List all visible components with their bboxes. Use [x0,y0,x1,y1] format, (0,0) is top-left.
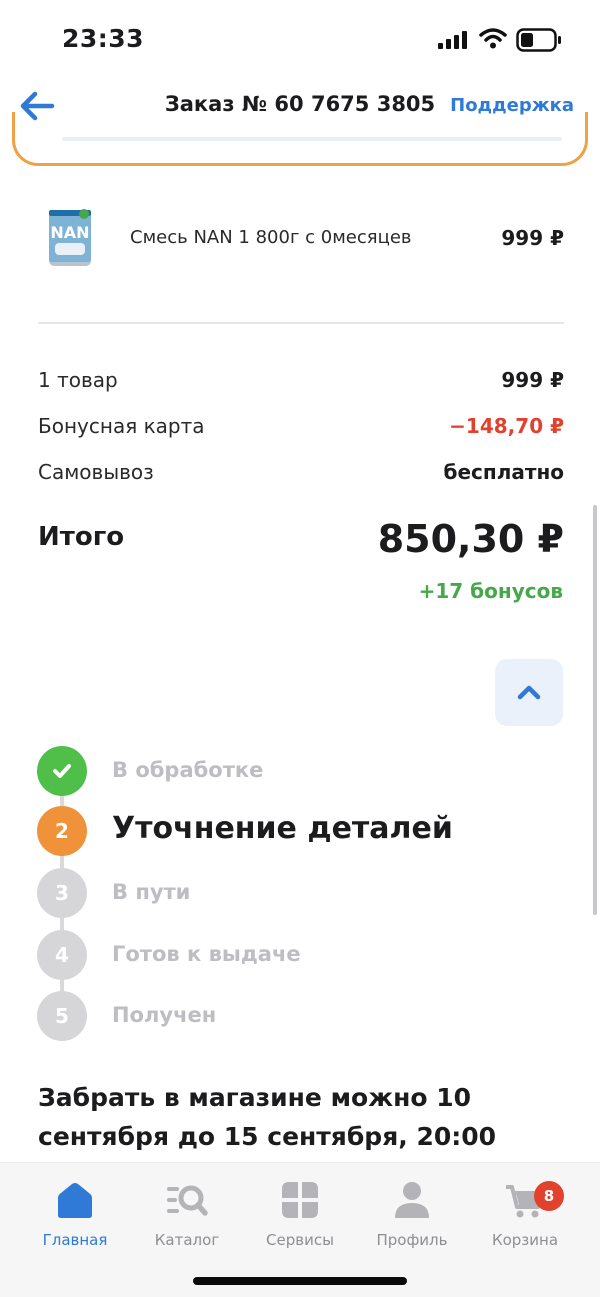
pickup-label: Самовывоз [38,460,154,484]
svg-text:NAN: NAN [50,223,89,242]
step-number: 3 [37,868,87,918]
scrollbar[interactable] [593,505,597,915]
step-processing: В обработке [37,746,557,796]
services-grid-icon [282,1182,318,1218]
card-edge-strip [62,137,562,141]
step-label: Уточнение деталей [112,811,453,846]
pickup-info: Забрать в магазине можно 10 сентября до … [38,1083,497,1151]
status-bar: 23:33 [0,0,600,80]
signal-icon [438,31,467,49]
pickup-cost: бесплатно [443,460,565,484]
tab-label: Сервисы [266,1231,334,1249]
step-number: 2 [37,806,87,856]
tab-catalog[interactable]: Каталог [132,1179,242,1259]
divider [38,322,564,324]
wifi-icon [479,28,507,49]
step-label: В обработке [112,758,264,782]
step-received: 5 Получен [37,991,557,1041]
step-number: 4 [37,930,87,980]
home-indicator[interactable] [193,1277,407,1285]
step-label: В пути [112,880,191,904]
bonus-earned: +17 бонусов [418,579,563,603]
tab-home[interactable]: Главная [20,1179,130,1259]
total-value: 850,30 ₽ [377,517,564,561]
tab-label: Главная [42,1231,108,1249]
step-label: Получен [112,1003,217,1027]
tab-services[interactable]: Сервисы [245,1179,355,1259]
step-label: Готов к выдаче [112,942,301,966]
summary-items-row: 1 товар 999 ₽ [38,368,564,398]
items-total-value: 999 ₽ [501,368,564,392]
tab-label: Корзина [491,1231,559,1249]
collapse-button[interactable] [495,659,563,726]
bonus-card-discount: −148,70 ₽ [449,414,564,438]
tab-label: Профиль [376,1231,448,1249]
tab-profile[interactable]: Профиль [357,1179,467,1259]
check-icon [53,764,71,778]
step-in-transit: 3 В пути [37,868,557,918]
items-count-label: 1 товар [38,368,118,392]
total-label: Итого [38,522,125,552]
catalog-search-icon [167,1185,208,1216]
tab-label: Каталог [154,1231,220,1249]
chevron-up-icon [517,685,541,700]
step-number: 5 [37,991,87,1041]
battery-icon [516,28,561,52]
bonus-card-label: Бонусная карта [38,414,205,438]
home-icon [58,1183,92,1218]
step-ready: 4 Готов к выдаче [37,930,557,980]
summary-bonus-card-row: Бонусная карта −148,70 ₽ [38,414,564,444]
product-row[interactable]: NAN Смесь NAN 1 800г с 0месяцев 999 ₽ [38,200,564,280]
profile-icon [395,1182,429,1218]
step-done-circle [37,746,87,796]
product-name: Смесь NAN 1 800г с 0месяцев [130,227,412,248]
tab-cart[interactable]: Корзина 8 [470,1179,580,1259]
summary-pickup-row: Самовывоз бесплатно [38,460,564,490]
product-image: NAN [49,209,91,266]
status-time: 23:33 [62,24,145,53]
cart-badge: 8 [534,1181,564,1211]
product-price: 999 ₽ [501,226,564,250]
step-clarifying: 2 Уточнение деталей [37,806,557,856]
